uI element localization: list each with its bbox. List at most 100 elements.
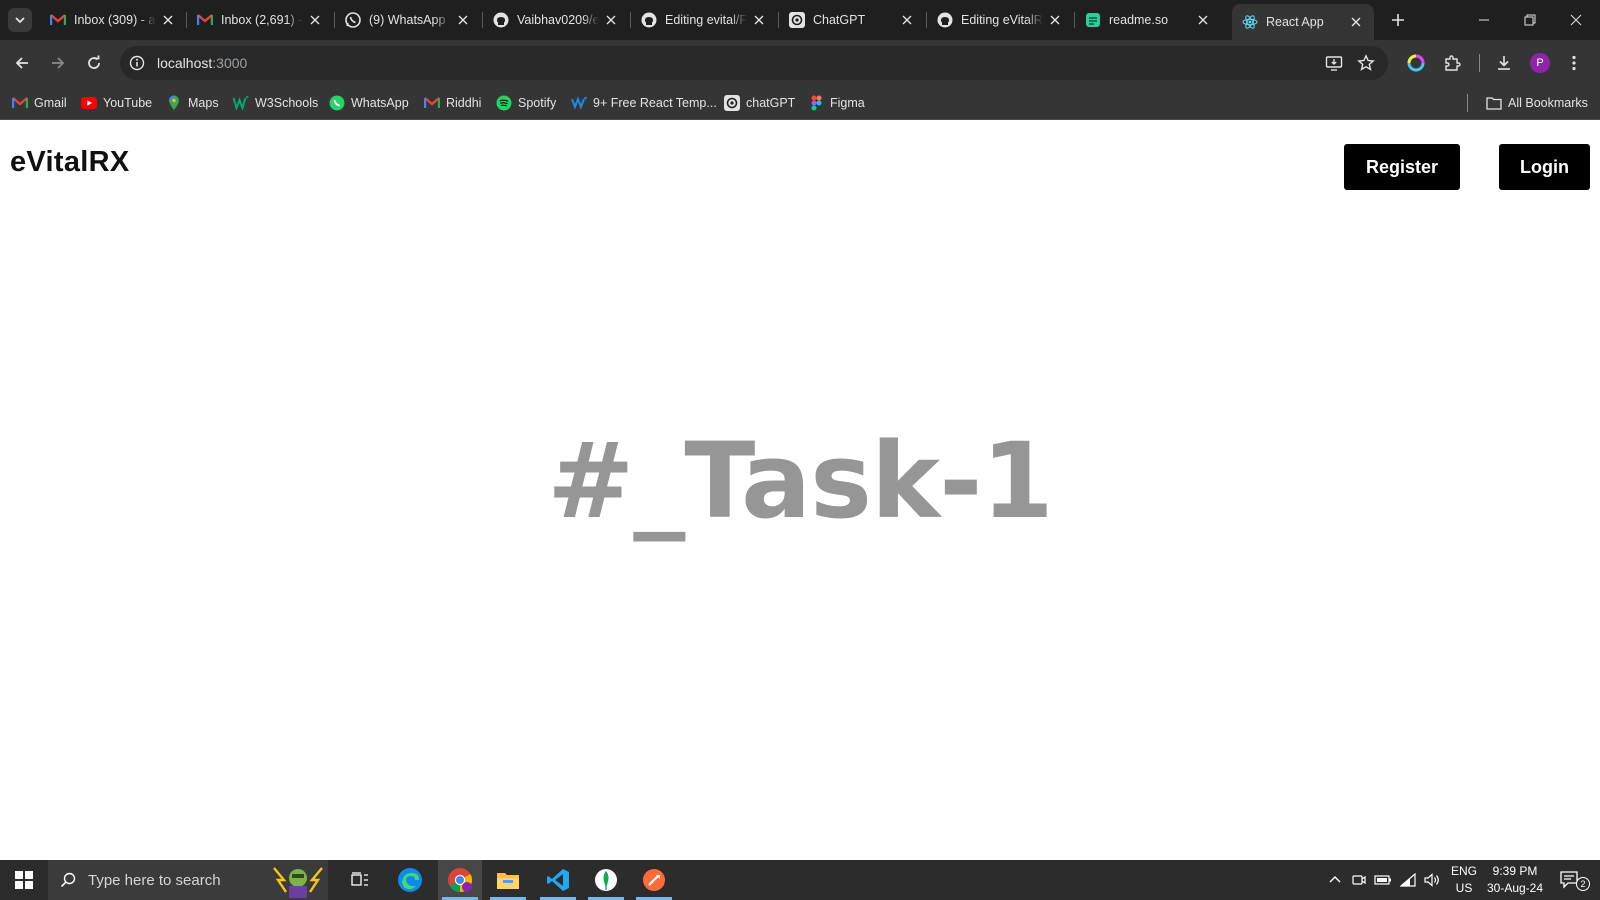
install-app-icon[interactable]: [1324, 53, 1344, 73]
browser-tab[interactable]: readme.so: [1075, 4, 1221, 36]
bookmark-riddhi[interactable]: Riddhi: [424, 93, 481, 113]
bookmark-spotify[interactable]: Spotify: [496, 93, 556, 113]
show-hidden-icons[interactable]: [1324, 860, 1346, 900]
arrow-right-icon: [52, 57, 65, 69]
register-button[interactable]: Register: [1344, 144, 1460, 190]
more-vertical-icon: [1572, 55, 1576, 71]
tab-title: readme.so: [1109, 13, 1169, 27]
tab-title: React App: [1266, 15, 1324, 29]
toolbar-separator: [1479, 54, 1480, 72]
page-content: eVitalRX Register Login #_Task-1: [0, 120, 1600, 860]
vscode-app[interactable]: [536, 860, 580, 900]
region-code: US: [1455, 881, 1473, 895]
notification-center[interactable]: 2: [1550, 860, 1592, 900]
browser-menu-button[interactable]: [1562, 51, 1586, 75]
tab-title: Inbox (2,691) -: [221, 13, 303, 27]
browser-tab[interactable]: (9) WhatsApp: [335, 4, 481, 36]
w3schools-icon: [233, 95, 249, 111]
start-button[interactable]: [0, 860, 48, 900]
browser-tab[interactable]: ChatGPT: [779, 4, 925, 36]
bookmark-maps[interactable]: Maps: [166, 93, 219, 113]
gmail-icon: [424, 95, 440, 111]
input-language[interactable]: ENG US: [1448, 863, 1480, 897]
whatsapp-icon: [345, 12, 361, 28]
bookmark-chatgpt[interactable]: chatGPT: [724, 93, 795, 113]
edge-app[interactable]: [388, 860, 432, 900]
meet-now-icon[interactable]: [1348, 860, 1370, 900]
close-icon[interactable]: [1348, 14, 1364, 30]
site-info-icon[interactable]: [128, 54, 146, 72]
close-icon[interactable]: [1195, 12, 1211, 28]
bookmark-youtube[interactable]: YouTube: [81, 93, 152, 113]
bookmark-figma[interactable]: Figma: [808, 93, 865, 113]
chevron-up-icon: [1329, 876, 1341, 883]
youtube-icon: [81, 95, 97, 111]
bookmark-label: Spotify: [518, 96, 557, 110]
bookmark-whatsapp[interactable]: WhatsApp: [329, 93, 409, 113]
file-explorer-app[interactable]: [486, 860, 530, 900]
close-icon[interactable]: [899, 12, 915, 28]
tab-search-button[interactable]: [8, 8, 32, 32]
close-icon[interactable]: [160, 12, 176, 28]
volume-icon[interactable]: [1420, 860, 1444, 900]
address-bar[interactable]: localhost:3000: [120, 46, 1388, 80]
chrome-app[interactable]: [438, 860, 482, 900]
close-icon[interactable]: [603, 12, 619, 28]
restore-button[interactable]: [1507, 0, 1553, 40]
browser-tab-active[interactable]: React App: [1232, 4, 1374, 40]
bookmark-label: WhatsApp: [351, 96, 409, 110]
browser-tab[interactable]: Editing eVitalR: [927, 4, 1073, 36]
color-extension-icon[interactable]: [1404, 51, 1428, 75]
tab-title: Editing evital/F: [665, 13, 747, 27]
close-icon[interactable]: [307, 12, 323, 28]
browser-tab[interactable]: Inbox (309) - a: [40, 4, 186, 36]
bookmark-star-icon[interactable]: [1356, 53, 1376, 73]
chatgpt-icon: [724, 95, 740, 111]
address-url[interactable]: localhost:3000: [157, 55, 247, 71]
all-bookmarks-label: All Bookmarks: [1508, 96, 1588, 110]
postman-app[interactable]: [632, 860, 676, 900]
bookmark-react-templates[interactable]: 9+ Free React Temp...: [571, 93, 717, 113]
bookmark-label: 9+ Free React Temp...: [593, 96, 717, 110]
search-highlight-icon: [273, 867, 323, 898]
close-icon[interactable]: [1047, 12, 1063, 28]
bookmark-label: YouTube: [103, 96, 153, 110]
folder-icon: [1486, 95, 1502, 111]
search-placeholder: Type here to search: [88, 871, 221, 889]
bookmark-label: chatGPT: [746, 96, 796, 110]
login-button[interactable]: Login: [1499, 144, 1590, 190]
minimize-button[interactable]: [1461, 0, 1507, 40]
search-icon: [60, 872, 76, 888]
new-tab-button[interactable]: [1386, 8, 1410, 32]
all-bookmarks[interactable]: All Bookmarks: [1486, 93, 1588, 113]
bookmark-gmail[interactable]: Gmail: [12, 93, 67, 113]
window-close-button[interactable]: [1553, 0, 1599, 40]
bookmark-w3schools[interactable]: W3Schools: [233, 93, 318, 113]
close-icon[interactable]: [751, 12, 767, 28]
bookmark-label: Maps: [188, 96, 219, 110]
browser-tab[interactable]: Vaibhav0209/e: [483, 4, 629, 36]
task-view-button[interactable]: [338, 860, 382, 900]
download-icon[interactable]: [1492, 51, 1516, 75]
gmail-icon: [12, 95, 28, 111]
windows-icon: [15, 871, 33, 889]
browser-tab[interactable]: Editing evital/F: [631, 4, 777, 36]
mongodb-compass-app[interactable]: [584, 860, 628, 900]
system-clock[interactable]: 9:39 PM 30-Aug-24: [1482, 863, 1548, 897]
brand-logo[interactable]: eVitalRX: [10, 146, 130, 179]
back-button[interactable]: [10, 51, 34, 75]
battery-icon[interactable]: [1372, 860, 1394, 900]
postman-icon: [643, 869, 665, 891]
browser-tab[interactable]: Inbox (2,691) -: [187, 4, 333, 36]
close-icon[interactable]: [455, 12, 471, 28]
reload-button[interactable]: [82, 51, 106, 75]
taskbar-search[interactable]: Type here to search: [48, 860, 328, 900]
forward-button[interactable]: [46, 51, 70, 75]
extensions-icon[interactable]: [1440, 51, 1464, 75]
figma-icon: [808, 95, 824, 111]
tab-title: Inbox (309) - a: [74, 13, 156, 27]
bookmark-label: Riddhi: [446, 96, 482, 110]
tab-title: Editing eVitalR: [961, 13, 1043, 27]
profile-avatar[interactable]: P: [1528, 51, 1552, 75]
network-icon[interactable]: [1396, 860, 1420, 900]
